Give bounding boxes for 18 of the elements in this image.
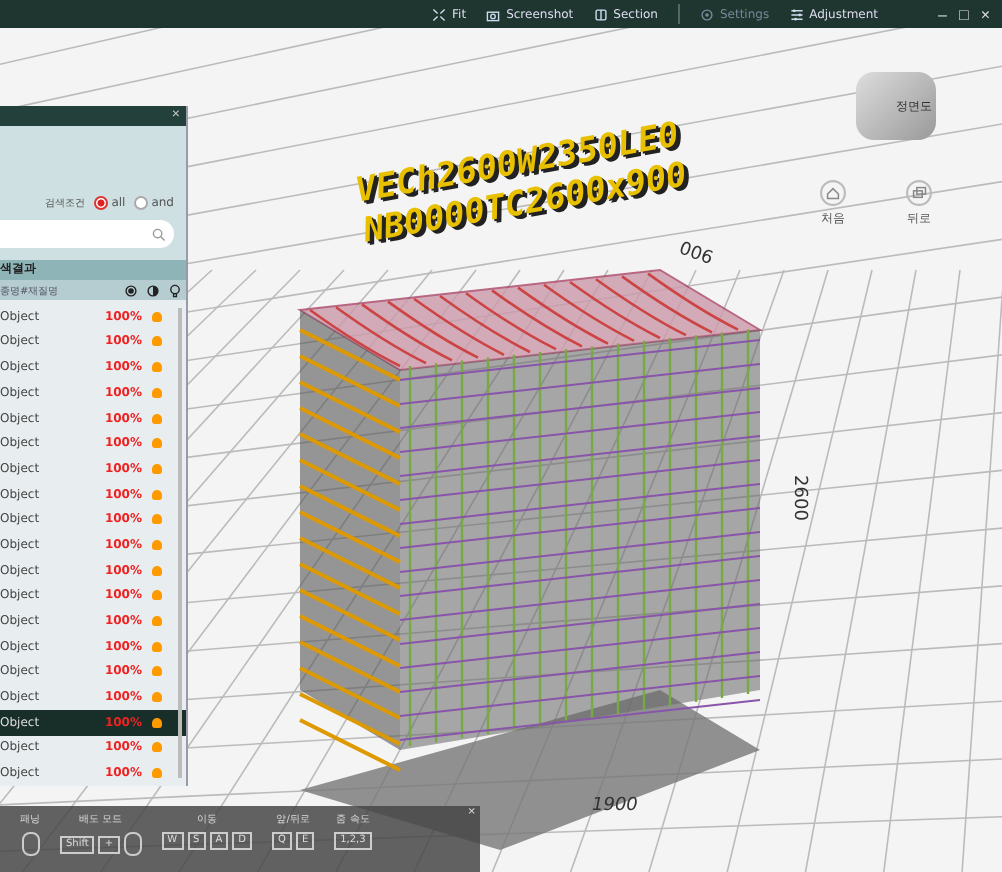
dimension-label: 900 (677, 234, 717, 266)
copy-icon (906, 180, 932, 206)
dimension-label: 2600 (788, 475, 809, 521)
contrast-icon (146, 283, 160, 298)
dimension-label: 1900 (592, 796, 638, 816)
mouse-icon (21, 832, 39, 856)
window-control-button[interactable]: – (938, 5, 947, 23)
window-control-button[interactable]: □ (958, 5, 969, 23)
mouse-icon (123, 832, 142, 856)
eye-icon (124, 283, 138, 298)
search-field[interactable] (0, 220, 174, 249)
camera-icon (486, 7, 501, 21)
sliders-icon (789, 7, 804, 21)
expand-icon (432, 7, 447, 21)
search-icon (152, 227, 166, 242)
window-control-button[interactable]: × (980, 5, 990, 23)
home-icon (820, 180, 846, 206)
gear-icon (699, 7, 714, 21)
